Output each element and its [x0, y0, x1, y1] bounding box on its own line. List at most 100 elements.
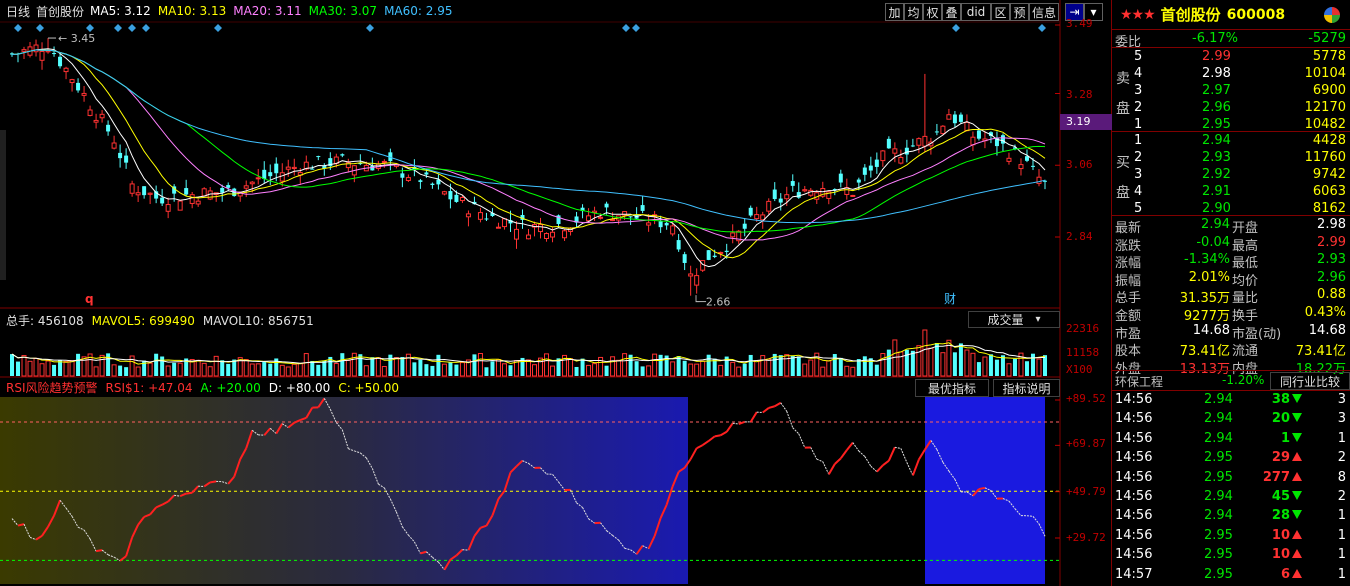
candle-body	[796, 192, 801, 198]
tick-row[interactable]: 14:56 2.94 20 3	[1112, 410, 1350, 428]
tick-volume: 277	[1263, 470, 1302, 485]
rsi-line-segment	[768, 405, 776, 409]
tick-row[interactable]: 14:56 2.95 10 1	[1112, 527, 1350, 545]
tick-volume: 1	[1281, 431, 1302, 446]
industry-compare-button[interactable]: 同行业比较	[1270, 372, 1350, 390]
volume-bar	[862, 356, 867, 376]
indicator-explain-button[interactable]: 指标说明	[993, 379, 1060, 397]
rsi-line-segment	[720, 430, 728, 437]
rating-stars[interactable]: ★★★	[1120, 7, 1156, 23]
volume-bar	[430, 365, 435, 376]
candle-body	[526, 234, 531, 240]
volume-bar	[262, 362, 267, 376]
volume-bar	[838, 357, 843, 376]
volume-bar	[249, 363, 255, 377]
volume-bar	[316, 364, 321, 376]
candle-body	[58, 56, 63, 67]
candle-body	[165, 204, 171, 212]
rsi-d-value: D: +80.00	[268, 380, 331, 395]
volume-bar	[1012, 358, 1017, 376]
tick-time: 14:56	[1115, 450, 1153, 466]
info-diamond-icon	[366, 24, 374, 32]
tick-volume: 28	[1272, 508, 1302, 523]
candle-body	[790, 181, 795, 186]
candle-body	[370, 165, 375, 171]
volume-bar	[388, 354, 393, 376]
event-marker-q: q	[85, 292, 94, 306]
candle-body	[892, 148, 898, 154]
candle-body	[952, 114, 957, 124]
tick-row[interactable]: 14:56 2.95 277 8	[1112, 469, 1350, 487]
volume-bar	[820, 366, 826, 377]
candle-body	[184, 188, 189, 195]
bid-row[interactable]: 3 2.92 9742	[1112, 166, 1350, 184]
candle-body	[21, 49, 27, 52]
tick-row[interactable]: 14:56 2.94 38 3	[1112, 391, 1350, 409]
weibi-value: -5279	[1308, 31, 1346, 46]
volume-bar	[808, 359, 814, 377]
volume-bar	[526, 359, 531, 377]
tick-row[interactable]: 14:56 2.94 28 1	[1112, 507, 1350, 525]
ask-row[interactable]: 3 2.97 6900	[1112, 82, 1350, 100]
tick-row[interactable]: 14:56 2.94 45 2	[1112, 488, 1350, 506]
kline-canvas[interactable]: ← 3.45 └─2.66 q 财	[0, 0, 1112, 586]
volume-bar	[574, 366, 579, 376]
tick-time: 14:56	[1115, 392, 1153, 407]
ask-row[interactable]: 5 2.99 5778	[1112, 48, 1350, 66]
candle-body	[76, 82, 81, 91]
volume-bar	[459, 362, 465, 377]
candle-body	[454, 194, 459, 202]
candle-body	[279, 172, 285, 182]
tick-row[interactable]: 14:56 2.95 10 1	[1112, 546, 1350, 564]
ask-price: 2.96	[1202, 100, 1231, 115]
volume-bar	[124, 367, 129, 376]
volume-bar	[670, 361, 676, 377]
volume-bar	[370, 357, 375, 376]
pie-chart-icon[interactable]	[1324, 6, 1340, 23]
tick-count: 1	[1337, 566, 1346, 582]
tick-count: 2	[1337, 489, 1346, 504]
candle-body	[958, 114, 963, 122]
ask-volume: 10482	[1304, 117, 1346, 132]
tick-row[interactable]: 14:56 2.94 1 1	[1112, 430, 1350, 448]
candle-body	[268, 172, 273, 177]
bid-row[interactable]: 2 2.93 11760	[1112, 149, 1350, 167]
tick-volume: 20	[1272, 411, 1302, 426]
stat-row: 振幅 2.01% 均价 2.96	[1112, 269, 1350, 289]
tick-row[interactable]: 14:56 2.95 29 2	[1112, 449, 1350, 467]
volume-indicator-dropdown[interactable]: 成交量 ▾	[968, 311, 1060, 328]
volume-bar	[694, 363, 700, 377]
rsi-title[interactable]: RSI风险趋势预警	[6, 379, 98, 396]
candle-body	[610, 219, 616, 222]
candle-body	[39, 50, 45, 61]
rsi-axis-label-3: +49.79	[1066, 485, 1106, 498]
candle-body	[772, 189, 777, 200]
tick-price: 2.95	[1204, 450, 1233, 466]
bid-row[interactable]: 4 2.91 6063	[1112, 183, 1350, 201]
rsi-line-segment	[95, 549, 103, 553]
volume-bar	[400, 356, 405, 376]
candle-body	[142, 186, 147, 196]
tick-row[interactable]: 14:57 2.95 6 1	[1112, 566, 1350, 584]
stock-terminal: 日线 首创股份 MA5: 3.12 MA10: 3.13 MA20: 3.11 MA3…	[0, 0, 1350, 586]
chevron-down-icon: ▾	[1035, 314, 1041, 325]
volume-bar	[1043, 355, 1047, 376]
volume-axis-label-3: X100	[1066, 363, 1093, 376]
ask-row[interactable]: 2 2.96 12170	[1112, 99, 1350, 117]
volume-bar	[646, 365, 652, 377]
chart-area[interactable]: 日线 首创股份 MA5: 3.12 MA10: 3.13 MA20: 3.11 MA3…	[0, 0, 1112, 586]
ask-row[interactable]: 4 2.98 10104	[1112, 65, 1350, 83]
volume-bar	[1036, 358, 1042, 377]
candle-body	[898, 156, 904, 164]
best-indicator-button[interactable]: 最优指标	[915, 379, 989, 397]
volume-bar	[111, 364, 117, 377]
candle-body	[628, 216, 633, 218]
bid-row[interactable]: 1 2.94 4428	[1112, 132, 1350, 150]
industry-label[interactable]: 环保工程	[1115, 373, 1163, 390]
volume-bar	[165, 365, 171, 377]
stat-value: -0.04	[1196, 234, 1230, 250]
ask-level: 5	[1134, 49, 1143, 64]
candle-body	[400, 173, 405, 178]
tick-volume: 29	[1272, 450, 1302, 465]
rsi-line-segment	[186, 491, 193, 495]
